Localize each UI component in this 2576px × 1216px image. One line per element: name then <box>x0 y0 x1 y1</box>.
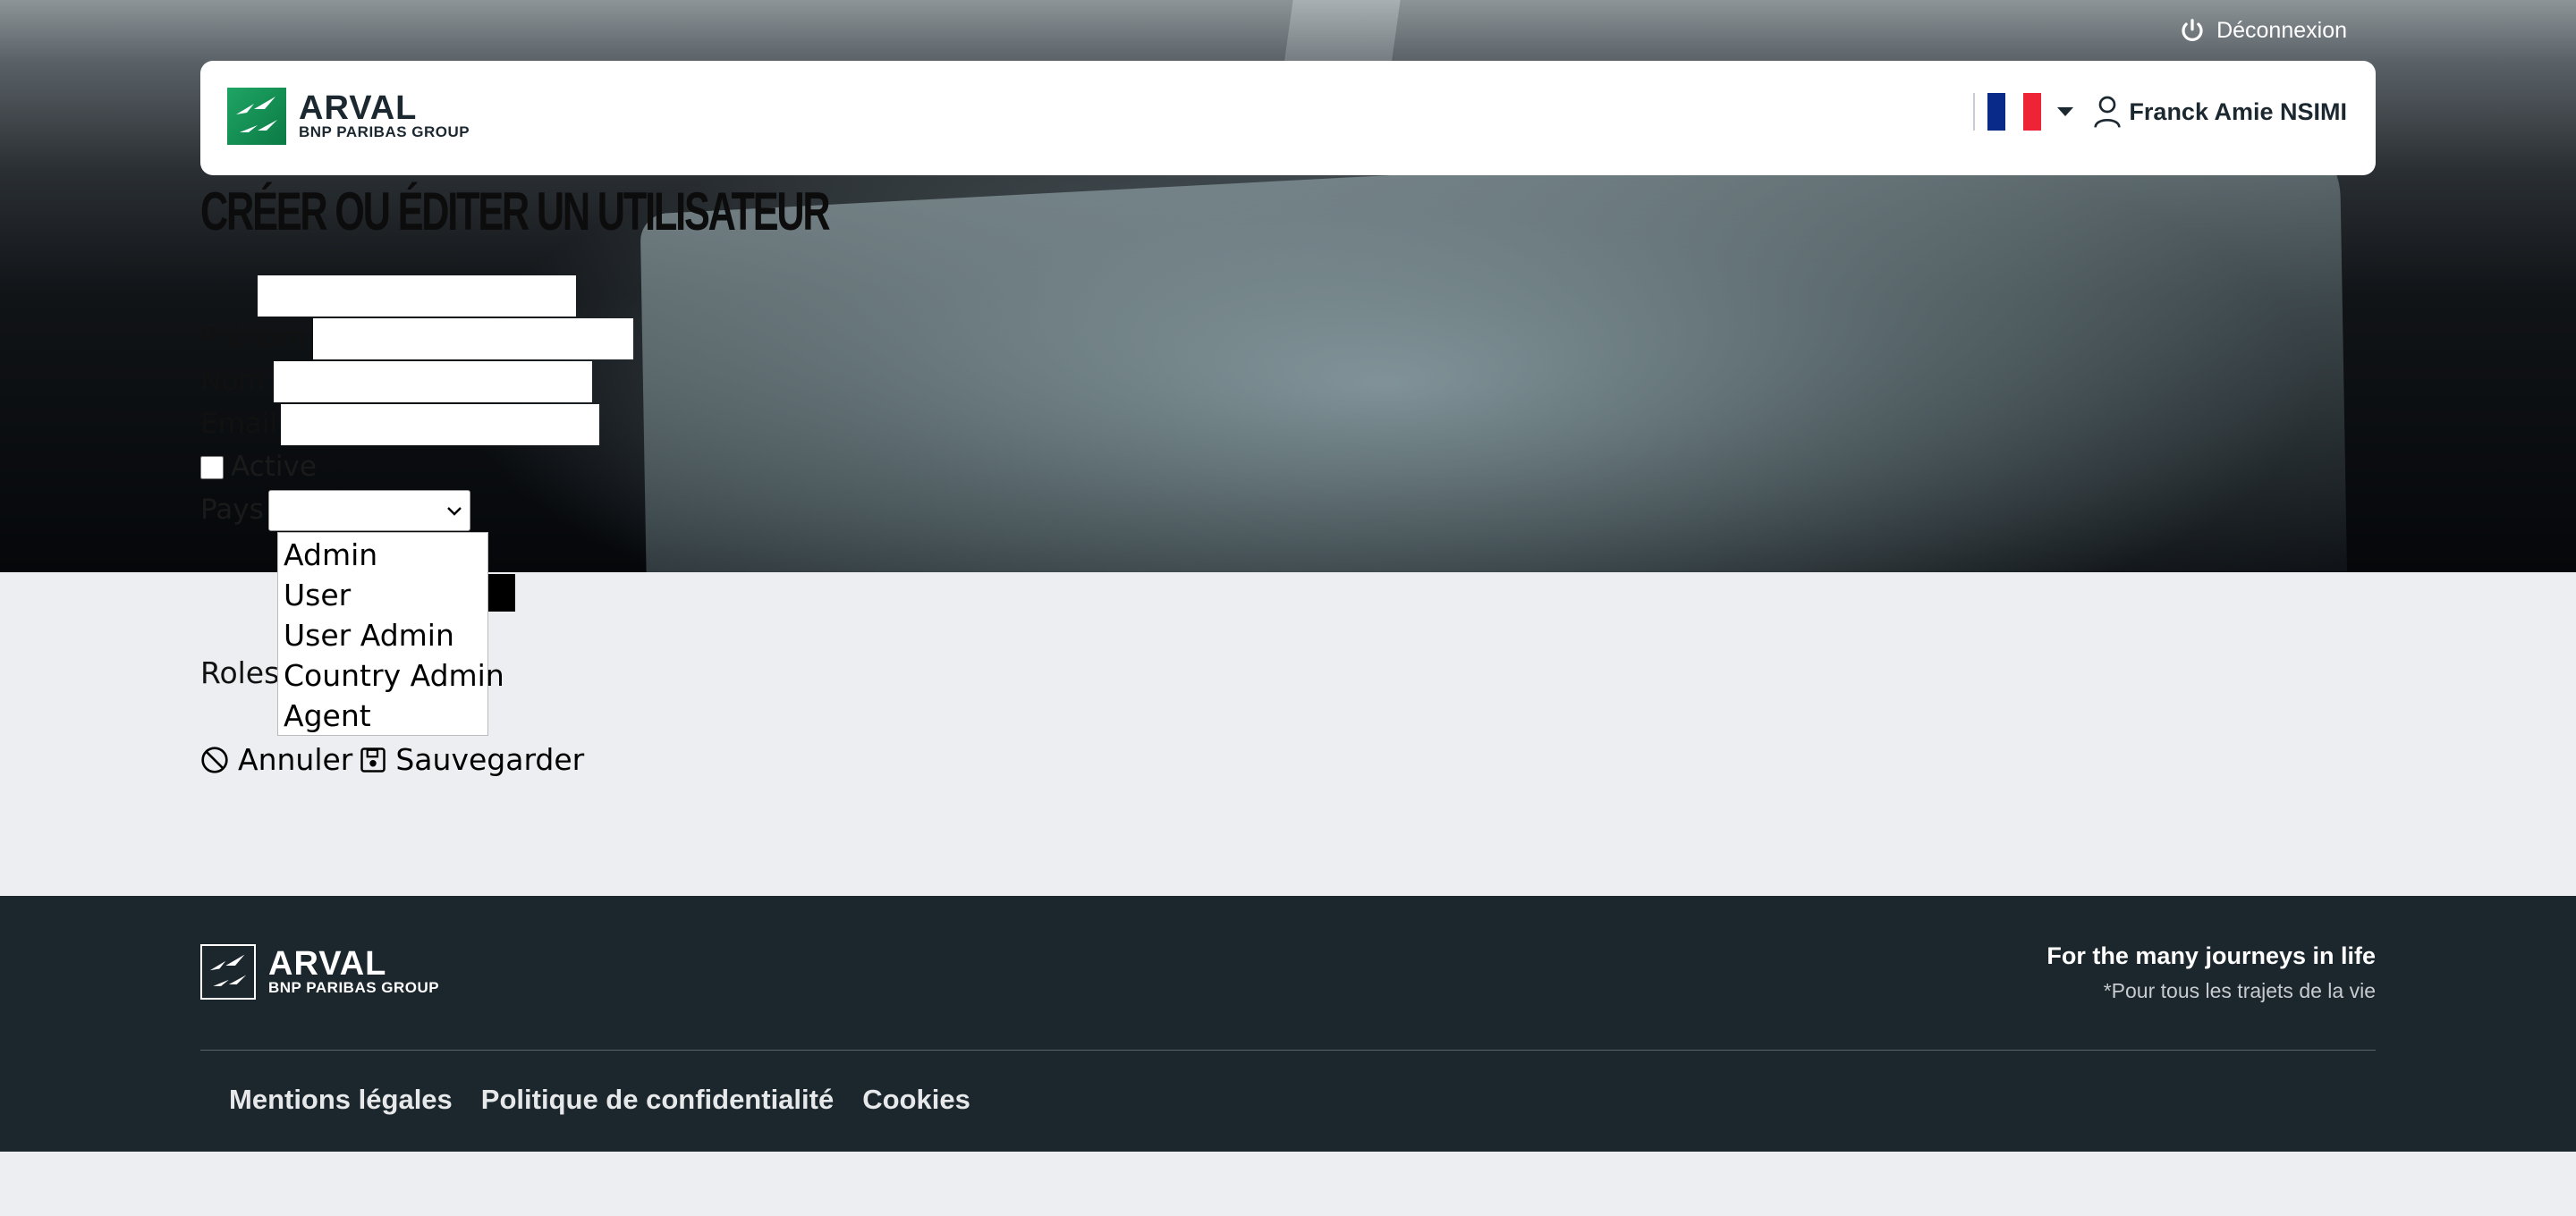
role-option[interactable]: User Admin <box>278 615 487 655</box>
footer-links: Mentions légales Politique de confidenti… <box>229 1084 970 1116</box>
save-button[interactable]: Sauvegarder <box>360 742 584 777</box>
nom-field[interactable] <box>274 361 592 402</box>
extra-input[interactable] <box>258 275 576 317</box>
page-title: CRÉER OU ÉDITER UN UTILISATEUR <box>200 182 831 241</box>
cancel-button[interactable]: Annuler <box>200 742 352 777</box>
power-icon <box>2182 19 2203 41</box>
roles-listbox[interactable]: Admin User User Admin Country Admin Agen… <box>277 532 504 736</box>
footer-logo[interactable]: ARVAL BNP PARIBAS GROUP <box>200 944 439 1000</box>
prenom-field[interactable] <box>313 318 633 359</box>
pays-select[interactable] <box>268 490 470 531</box>
bnp-stars-icon <box>200 944 256 1000</box>
caret-down-icon <box>2057 107 2073 116</box>
user-icon <box>2094 96 2122 128</box>
cancel-label: Annuler <box>238 742 353 777</box>
hero-map-image <box>640 125 2348 572</box>
footer-brand-subtitle: BNP PARIBAS GROUP <box>268 979 440 996</box>
prenom-label: Prénom <box>200 322 307 354</box>
flag-fr-icon <box>1973 93 2041 131</box>
save-icon <box>360 747 386 773</box>
brand-subtitle: BNP PARIBAS GROUP <box>299 123 470 140</box>
form-actions: Annuler Sauvegarder <box>200 742 584 777</box>
logout-button[interactable]: Déconnexion <box>2179 14 2347 46</box>
active-label: Active <box>231 451 317 483</box>
email-label: Email <box>200 408 278 440</box>
nom-label: Nom <box>200 365 266 397</box>
footer-brand-name: ARVAL <box>268 945 387 983</box>
footer-link-cookies[interactable]: Cookies <box>862 1084 970 1116</box>
role-option[interactable]: Admin <box>278 535 487 575</box>
app-header: ARVAL BNP PARIBAS GROUP Franck Amie NSIM… <box>200 61 2376 175</box>
language-selector[interactable] <box>1973 93 2075 131</box>
role-option[interactable]: User <box>278 575 487 615</box>
pays-label: Pays <box>200 494 264 526</box>
footer-link-mentions[interactable]: Mentions légales <box>229 1084 453 1116</box>
tagline-main: For the many journeys in life <box>2046 942 2376 969</box>
active-checkbox[interactable] <box>200 456 224 479</box>
brand-name: ARVAL <box>299 89 418 127</box>
footer-divider <box>200 1050 2376 1051</box>
site-footer: ARVAL BNP PARIBAS GROUP For the many jou… <box>0 896 2576 1152</box>
logout-label: Déconnexion <box>2216 17 2347 43</box>
footer-tagline: For the many journeys in life *Pour tous… <box>2046 942 2376 1003</box>
role-option[interactable]: Country Admin <box>278 655 504 696</box>
save-label: Sauvegarder <box>395 742 585 777</box>
bnp-stars-icon <box>227 88 286 145</box>
email-field[interactable] <box>281 404 599 445</box>
role-option[interactable]: Agent <box>278 696 487 736</box>
ban-icon <box>201 746 228 773</box>
tagline-sub: *Pour tous les trajets de la vie <box>2103 979 2376 1002</box>
arval-logo[interactable]: ARVAL BNP PARIBAS GROUP <box>227 88 470 145</box>
user-name: Franck Amie NSIMI <box>2129 97 2347 125</box>
chevron-down-icon <box>447 507 462 516</box>
roles-label: Roles <box>200 655 280 690</box>
footer-link-privacy[interactable]: Politique de confidentialité <box>481 1084 834 1116</box>
user-menu[interactable]: Franck Amie NSIMI <box>2093 95 2347 129</box>
